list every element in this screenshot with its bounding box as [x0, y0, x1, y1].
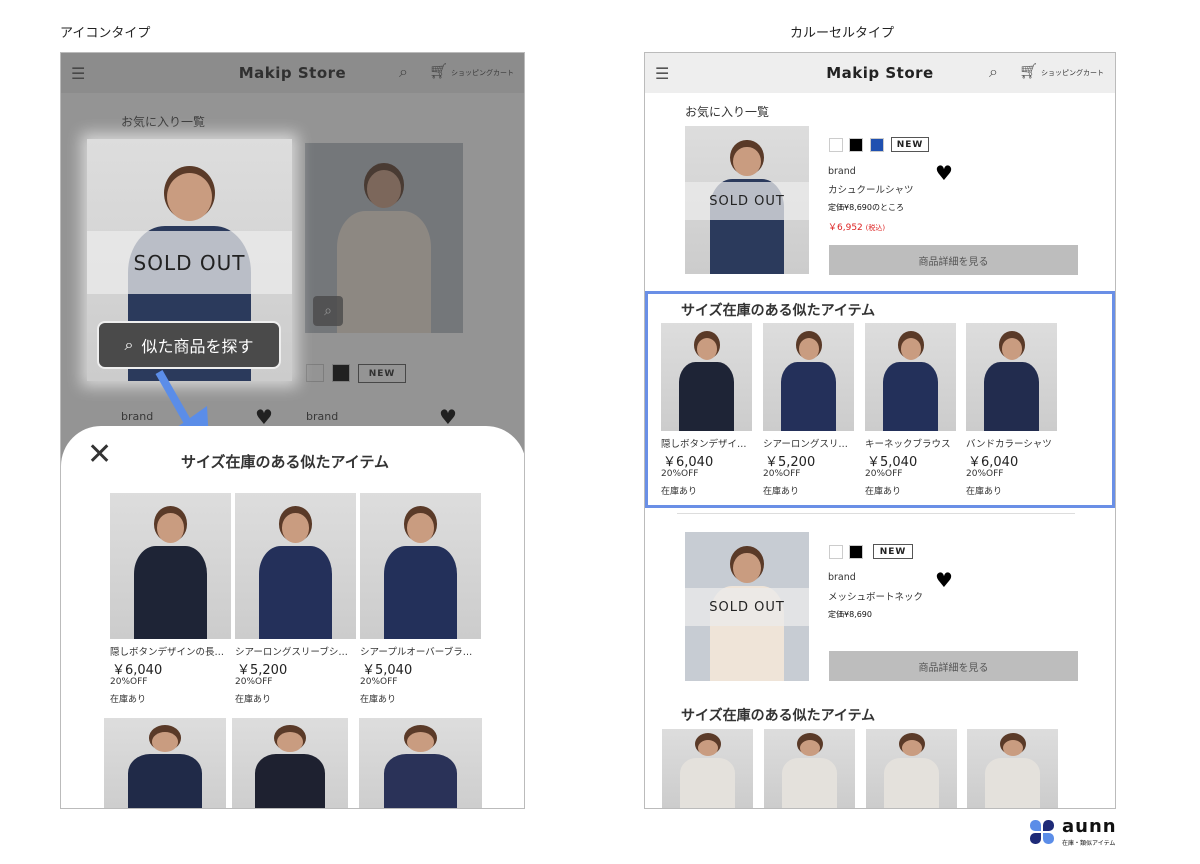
product-image[interactable]	[359, 718, 482, 808]
product-image[interactable]	[360, 493, 481, 639]
find-similar-label: 似た商品を探す	[141, 337, 254, 356]
product-image[interactable]	[967, 729, 1058, 808]
item-name[interactable]: シアープルオーバーブラ…	[360, 644, 485, 658]
item-price: ￥6,040	[112, 663, 163, 678]
label-carousel-type: カルーセルタイプ	[790, 26, 895, 41]
product-image[interactable]	[235, 493, 356, 639]
item-name[interactable]: シアーロングスリ…	[763, 436, 858, 450]
item-discount: 20%OFF	[763, 469, 801, 479]
product-image[interactable]	[232, 718, 348, 808]
item-discount: 20%OFF	[661, 469, 699, 479]
close-icon[interactable]: ✕	[87, 440, 112, 470]
product-image[interactable]	[865, 323, 956, 431]
item-name[interactable]: 隠しボタンデザイ…	[661, 436, 756, 450]
item-name[interactable]: キーネックブラウス	[865, 436, 960, 450]
cart-label[interactable]: ショッピングカート	[1041, 68, 1104, 78]
product-image[interactable]: SOLD OUT	[685, 532, 809, 681]
product-image[interactable]	[110, 493, 231, 639]
item-stock: 在庫あり	[235, 695, 272, 705]
color-swatch[interactable]	[849, 138, 863, 152]
sheet-title: サイズ在庫のある似たアイテム	[181, 453, 390, 471]
similar-items-sheet: ✕ サイズ在庫のある似たアイテム 隠しボタンデザインの長… ￥6,040 20%…	[61, 426, 524, 808]
item-discount: 20%OFF	[865, 469, 903, 479]
item-stock: 在庫あり	[661, 487, 698, 497]
item-name[interactable]: バンドカラーシャツ	[966, 436, 1061, 450]
product-name[interactable]: メッシュボートネック	[828, 589, 923, 603]
aunn-logo-tagline: 在庫・類似アイテム	[1062, 840, 1116, 847]
carousel-title: サイズ在庫のある似たアイテム	[681, 303, 876, 319]
store-header: ☰ Makip Store ⌕ 🛒︎ ショッピングカート	[645, 53, 1115, 93]
sold-out-overlay: SOLD OUT	[87, 231, 292, 294]
product-image[interactable]	[661, 323, 752, 431]
item-discount: 20%OFF	[110, 677, 148, 687]
color-swatch[interactable]	[829, 138, 843, 152]
divider	[677, 513, 1075, 514]
new-badge: NEW	[873, 544, 913, 559]
item-name[interactable]: シアーロングスリーブシ…	[235, 644, 360, 658]
item-price: ￥6,040	[663, 455, 714, 470]
product-name[interactable]: カシュクールシャツ	[828, 182, 914, 196]
favorites-title: お気に入り一覧	[685, 105, 770, 119]
item-name[interactable]: 隠しボタンデザインの長…	[110, 644, 235, 658]
item-price: ￥5,200	[765, 455, 816, 470]
heart-icon[interactable]: ♥	[935, 570, 953, 590]
view-details-button[interactable]: 商品詳細を見る	[829, 245, 1078, 275]
heart-icon[interactable]: ♥	[935, 163, 953, 183]
color-swatch[interactable]	[849, 545, 863, 559]
aunn-logo-mark	[1030, 820, 1054, 844]
item-discount: 20%OFF	[966, 469, 1004, 479]
sold-out-overlay: SOLD OUT	[685, 588, 809, 626]
item-stock: 在庫あり	[966, 487, 1003, 497]
item-discount: 20%OFF	[360, 677, 398, 687]
carousel-type-mockup: ☰ Makip Store ⌕ 🛒︎ ショッピングカート お気に入り一覧 SOL…	[644, 52, 1116, 809]
color-swatch[interactable]	[829, 545, 843, 559]
product-image[interactable]	[866, 729, 957, 808]
product-image[interactable]	[764, 729, 855, 808]
list-price: 定価¥8,690のところ	[828, 203, 904, 212]
similar-title-2: サイズ在庫のある似たアイテム	[681, 708, 876, 724]
product-image[interactable]	[104, 718, 226, 808]
product-image[interactable]	[763, 323, 854, 431]
cart-icon[interactable]: 🛒︎	[1019, 62, 1038, 80]
search-icon[interactable]: ⌕	[989, 62, 998, 82]
icon-type-mockup: ☰ Makip Store ⌕ 🛒︎ ショッピングカート お気に入り一覧 ⌕ N…	[60, 52, 525, 809]
color-swatch[interactable]	[870, 138, 884, 152]
item-price: ￥5,040	[362, 663, 413, 678]
item-price: ￥5,040	[867, 455, 918, 470]
item-discount: 20%OFF	[235, 677, 273, 687]
brand-label: brand	[828, 572, 856, 583]
sold-out-overlay: SOLD OUT	[685, 182, 809, 220]
list-price: 定価¥8,690	[828, 610, 872, 619]
item-stock: 在庫あり	[110, 695, 147, 705]
sale-price: ￥6,952 (税込)	[828, 223, 886, 233]
label-icon-type: アイコンタイプ	[60, 26, 151, 41]
product-image[interactable]	[966, 323, 1057, 431]
item-stock: 在庫あり	[763, 487, 800, 497]
item-stock: 在庫あり	[865, 487, 902, 497]
new-badge: NEW	[891, 137, 929, 152]
scan-search-icon: ⌕	[124, 335, 134, 354]
product-image[interactable]	[662, 729, 753, 808]
view-details-button[interactable]: 商品詳細を見る	[829, 651, 1078, 681]
aunn-logo-text: aunn	[1062, 816, 1117, 837]
item-stock: 在庫あり	[360, 695, 397, 705]
find-similar-button[interactable]: ⌕ 似た商品を探す	[97, 321, 281, 369]
item-price: ￥5,200	[237, 663, 288, 678]
brand-label: brand	[828, 166, 856, 177]
similar-items-carousel: サイズ在庫のある似たアイテム 隠しボタンデザイ… ￥6,040 20%OFF 在…	[645, 291, 1115, 508]
product-image[interactable]: SOLD OUT	[685, 126, 809, 274]
item-price: ￥6,040	[968, 455, 1019, 470]
